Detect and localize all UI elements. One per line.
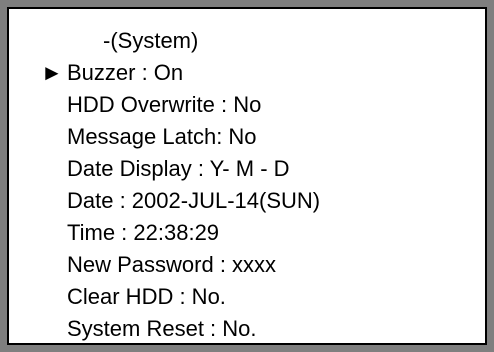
menu-item-new-password[interactable]: New Password : xxxx [67, 249, 276, 281]
menu-item-system-reset[interactable]: System Reset : No. [67, 313, 257, 345]
menu-title: -(System) [103, 28, 199, 53]
menu-item-clear-hdd[interactable]: Clear HDD : No. [67, 281, 226, 313]
window-frame: -(System) ► Buzzer : On HDD Overwrite : … [0, 0, 494, 352]
selection-cursor-icon: ► [41, 60, 63, 85]
osd-menu-panel: -(System) ► Buzzer : On HDD Overwrite : … [7, 7, 487, 345]
menu-item-date-display[interactable]: Date Display : Y- M - D [67, 153, 290, 185]
system-menu: -(System) ► Buzzer : On HDD Overwrite : … [9, 9, 485, 343]
menu-item-time[interactable]: Time : 22:38:29 [67, 217, 219, 249]
menu-item-hdd-overwrite[interactable]: HDD Overwrite : No [67, 89, 261, 121]
menu-item-message-latch[interactable]: Message Latch: No [67, 121, 257, 153]
menu-item-date[interactable]: Date : 2002-JUL-14(SUN) [67, 185, 320, 217]
menu-item-buzzer[interactable]: Buzzer : On [67, 57, 183, 89]
